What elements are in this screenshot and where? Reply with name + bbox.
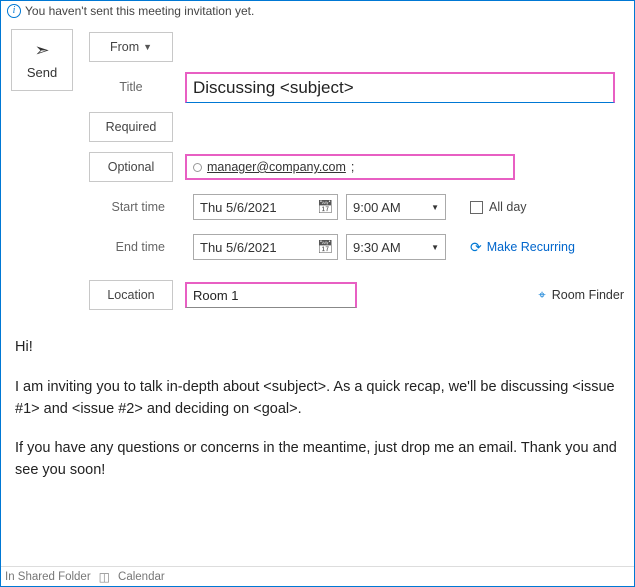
body-paragraph: If you have any questions or concerns in… xyxy=(15,438,620,482)
from-label: From xyxy=(110,40,139,54)
attendee-separator: ; xyxy=(351,160,354,174)
end-time-value: 9:30 AM xyxy=(353,240,401,255)
chevron-down-icon: ▼ xyxy=(431,243,439,252)
info-icon: i xyxy=(7,4,21,18)
location-input[interactable]: Room 1 xyxy=(185,282,357,308)
start-date-input[interactable]: Thu 5/6/2021 📅︎ xyxy=(193,194,338,220)
allday-checkbox[interactable] xyxy=(470,201,483,214)
end-time-label: End time xyxy=(89,240,173,254)
start-time-row: Start time Thu 5/6/2021 📅︎ 9:00 AM ▼ All… xyxy=(89,189,634,225)
form-grid: From ▼ Title Discussing <subject> Requir… xyxy=(89,29,634,317)
optional-row: Optional manager@company.com; xyxy=(89,149,634,185)
send-button[interactable]: ➣ Send xyxy=(11,29,73,91)
calendar-icon: ◫ xyxy=(99,570,110,584)
calendar-icon[interactable]: 📅︎ xyxy=(317,239,331,255)
start-date-value: Thu 5/6/2021 xyxy=(200,200,277,215)
optional-input[interactable]: manager@company.com; xyxy=(185,154,515,180)
room-finder-icon: ⌖ xyxy=(538,287,545,303)
body-paragraph: Hi! xyxy=(15,337,620,359)
title-label: Title xyxy=(89,72,173,102)
location-value: Room 1 xyxy=(193,288,239,303)
chevron-down-icon: ▼ xyxy=(431,203,439,212)
title-row: Title Discussing <subject> xyxy=(89,69,634,105)
chevron-down-icon: ▼ xyxy=(143,42,152,52)
message-body[interactable]: Hi! I am inviting you to talk in-depth a… xyxy=(1,317,634,482)
title-input[interactable]: Discussing <subject> xyxy=(185,72,615,103)
title-value: Discussing <subject> xyxy=(193,78,354,97)
location-button[interactable]: Location xyxy=(89,280,173,310)
compose-area: ➣ Send From ▼ Title Discussing <subject>… xyxy=(1,21,634,317)
allday-label: All day xyxy=(489,200,527,214)
room-finder-label: Room Finder xyxy=(552,288,624,302)
status-calendar: Calendar xyxy=(118,571,165,583)
start-time-label: Start time xyxy=(89,200,173,214)
optional-attendee[interactable]: manager@company.com xyxy=(207,160,346,174)
send-icon: ➣ xyxy=(34,41,49,59)
info-bar: i You haven't sent this meeting invitati… xyxy=(1,1,634,21)
from-button[interactable]: From ▼ xyxy=(89,32,173,62)
optional-button[interactable]: Optional xyxy=(89,152,173,182)
room-finder-button[interactable]: ⌖ Room Finder xyxy=(538,287,624,303)
send-label: Send xyxy=(27,65,57,80)
required-row: Required xyxy=(89,109,634,145)
presence-icon xyxy=(193,163,202,172)
required-button[interactable]: Required xyxy=(89,112,173,142)
recurring-label: Make Recurring xyxy=(487,240,575,254)
start-time-input[interactable]: 9:00 AM ▼ xyxy=(346,194,446,220)
allday-control: All day xyxy=(470,200,527,214)
status-folder: In Shared Folder xyxy=(5,571,91,583)
recurring-icon: ⟳ xyxy=(470,239,482,256)
end-date-input[interactable]: Thu 5/6/2021 📅︎ xyxy=(193,234,338,260)
end-time-input[interactable]: 9:30 AM ▼ xyxy=(346,234,446,260)
end-time-row: End time Thu 5/6/2021 📅︎ 9:30 AM ▼ ⟳ Mak… xyxy=(89,229,634,265)
from-row: From ▼ xyxy=(89,29,634,65)
location-row: Location Room 1 ⌖ Room Finder xyxy=(89,277,634,313)
make-recurring-button[interactable]: ⟳ Make Recurring xyxy=(470,239,575,256)
start-time-value: 9:00 AM xyxy=(353,200,401,215)
body-paragraph: I am inviting you to talk in-depth about… xyxy=(15,377,620,421)
status-bar: In Shared Folder ◫ Calendar xyxy=(1,566,634,586)
calendar-icon[interactable]: 📅︎ xyxy=(317,199,331,215)
info-text: You haven't sent this meeting invitation… xyxy=(25,4,254,18)
end-date-value: Thu 5/6/2021 xyxy=(200,240,277,255)
